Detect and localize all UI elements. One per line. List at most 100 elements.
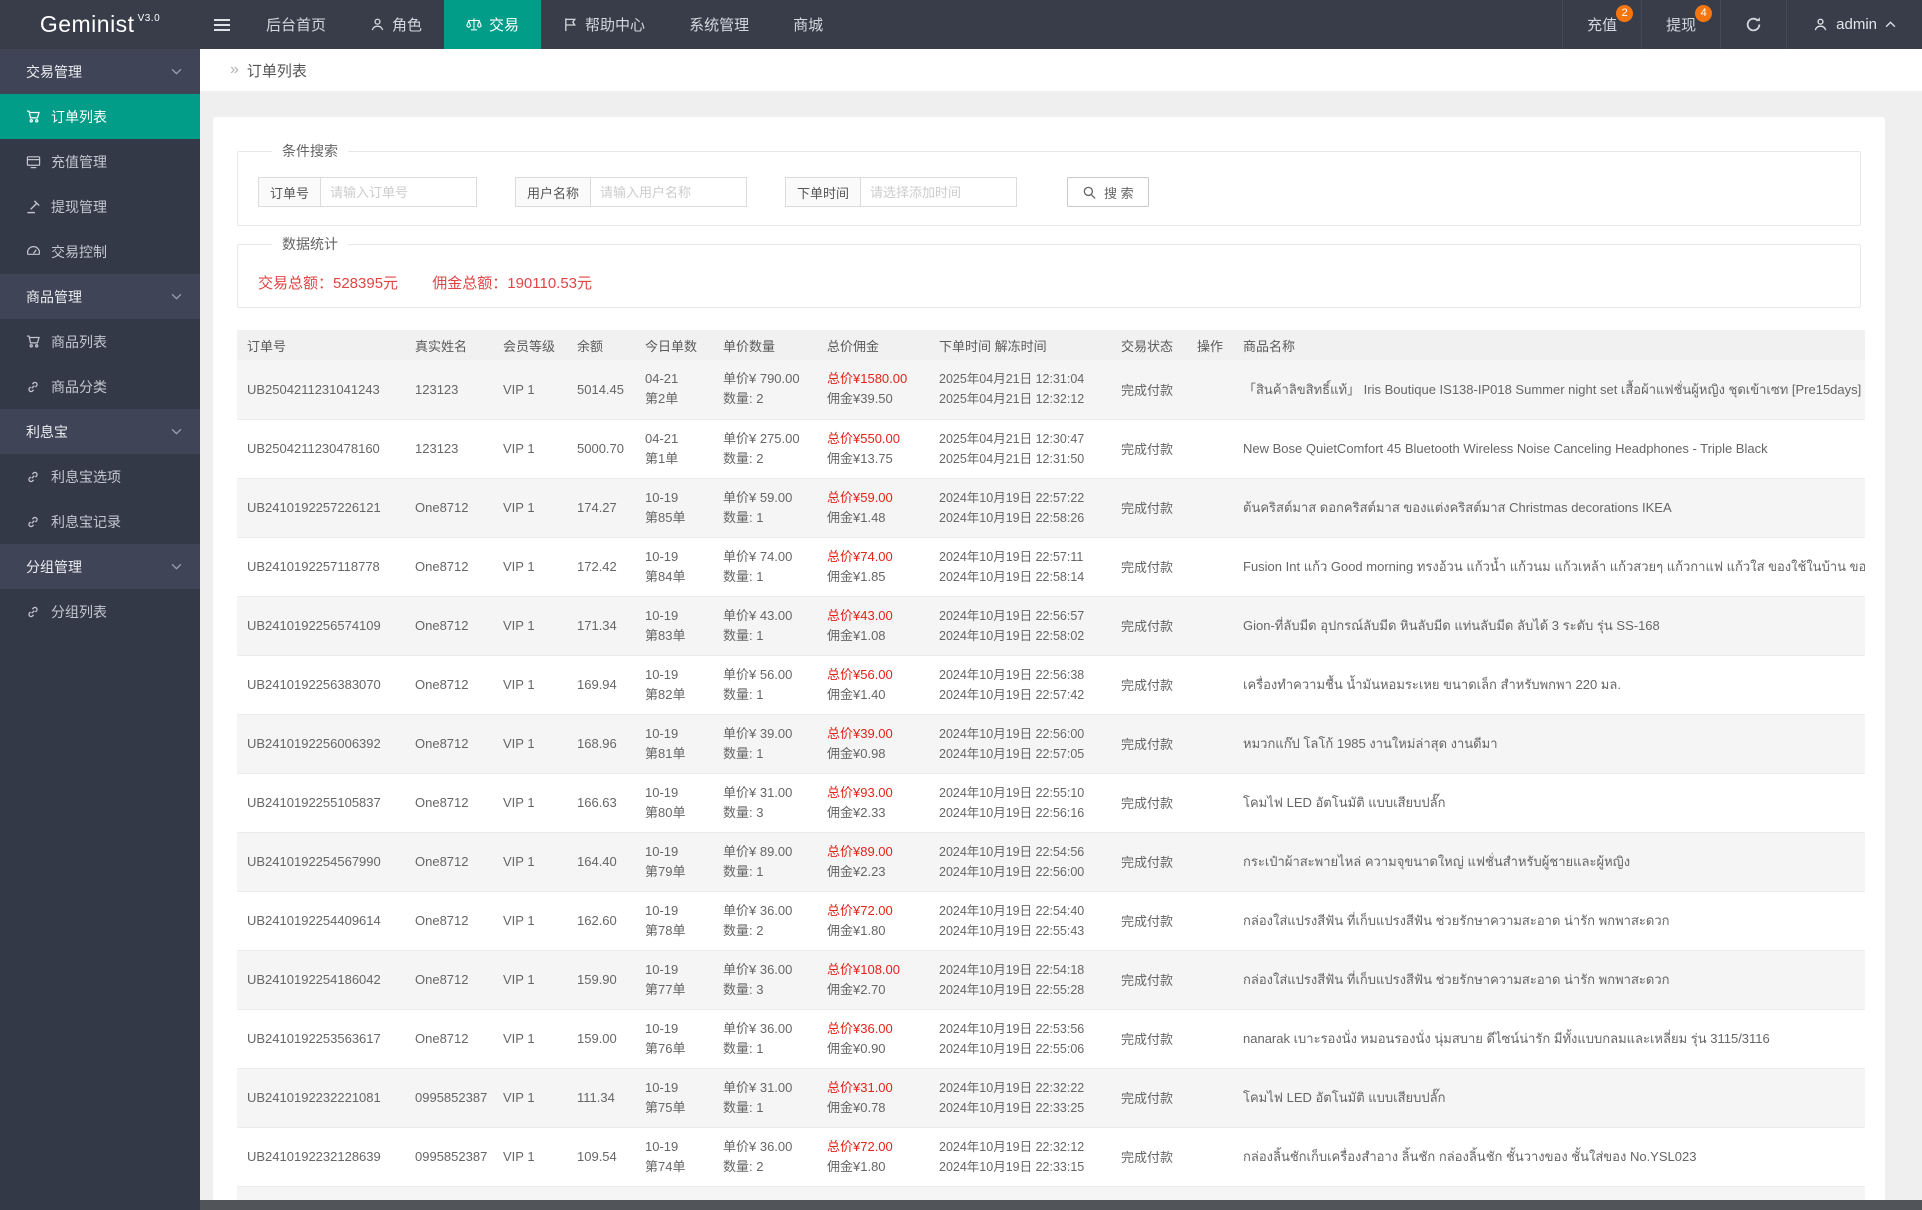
sidebar-group-header[interactable]: 利息宝 xyxy=(0,409,200,454)
cell-order-no: UB2410192232128639 xyxy=(237,1127,405,1186)
orders-table: 订单号 真实姓名 会员等级 余额 今日单数 单价数量 总价佣金 下单时间 解冻时… xyxy=(237,330,1865,1210)
cell-price-qty: 单价¥ 43.00 数量: 1 xyxy=(713,596,817,655)
cell-price-qty: 单价¥ 39.00 数量: 1 xyxy=(713,714,817,773)
table-row: UB2410192256383070 One8712 VIP 1 169.94 … xyxy=(237,655,1865,714)
cell-balance: 164.40 xyxy=(567,832,635,891)
cell-times: 2024年10月19日 22:32:12 2024年10月19日 22:33:1… xyxy=(929,1127,1111,1186)
link-icon xyxy=(25,515,41,529)
nav-item-3[interactable]: 帮助中心 xyxy=(541,0,667,49)
table-row: UB2410192254567990 One8712 VIP 1 164.40 … xyxy=(237,832,1865,891)
sidebar-item[interactable]: 分组列表 xyxy=(0,589,200,634)
recharge-button[interactable]: 充值 2 xyxy=(1562,0,1641,49)
stats-legend: 数据统计 xyxy=(272,234,348,254)
order-no-filter: 订单号 xyxy=(258,177,477,207)
cell-actions xyxy=(1187,950,1233,1009)
sidebar-group-header[interactable]: 商品管理 xyxy=(0,274,200,319)
cell-real-name: One8712 xyxy=(405,773,493,832)
sidebar-item[interactable]: 交易控制 xyxy=(0,229,200,274)
nav-item-2[interactable]: 交易 xyxy=(444,0,541,49)
cell-real-name: One8712 xyxy=(405,655,493,714)
order-time-filter: 下单时间 xyxy=(785,177,1017,207)
col-product: 商品名称 xyxy=(1233,330,1865,360)
order-no-input[interactable] xyxy=(321,177,477,207)
cell-day-count: 04-21 第2单 xyxy=(635,360,713,419)
col-actions: 操作 xyxy=(1187,330,1233,360)
cell-status: 完成付款 xyxy=(1111,1009,1187,1068)
cell-times: 2024年10月19日 22:32:22 2024年10月19日 22:33:2… xyxy=(929,1068,1111,1127)
cell-total-commission: 总价¥74.00 佣金¥1.85 xyxy=(817,537,929,596)
nav-item-0[interactable]: 后台首页 xyxy=(244,0,348,49)
cell-price-qty: 单价¥ 790.00 数量: 2 xyxy=(713,360,817,419)
col-order-no: 订单号 xyxy=(237,330,405,360)
cell-real-name: 123123 xyxy=(405,419,493,478)
sidebar-item[interactable]: 商品列表 xyxy=(0,319,200,364)
cell-times: 2024年10月19日 22:54:56 2024年10月19日 22:56:0… xyxy=(929,832,1111,891)
cell-real-name: One8712 xyxy=(405,714,493,773)
horizontal-scrollbar[interactable] xyxy=(200,1200,1922,1210)
cell-price-qty: 单价¥ 31.00 数量: 3 xyxy=(713,773,817,832)
chevron-down-icon xyxy=(171,563,182,570)
sidebar-item[interactable]: 提现管理 xyxy=(0,184,200,229)
link-icon xyxy=(25,470,41,484)
nav-item-1[interactable]: 角色 xyxy=(348,0,444,49)
hamburger-icon[interactable] xyxy=(200,0,244,49)
cell-price-qty: 单价¥ 36.00 数量: 3 xyxy=(713,950,817,1009)
link-icon xyxy=(25,605,41,619)
cell-day-count: 10-19 第74单 xyxy=(635,1127,713,1186)
stats-fieldset: 数据统计 交易总额：528395元 佣金总额：190110.53元 xyxy=(237,234,1861,308)
nav-item-5[interactable]: 商城 xyxy=(771,0,845,49)
cell-level: VIP 1 xyxy=(493,714,567,773)
sidebar-item-label: 提现管理 xyxy=(51,197,107,217)
cell-balance: 172.42 xyxy=(567,537,635,596)
user-menu[interactable]: admin xyxy=(1786,0,1922,49)
cell-order-no: UB2410192256383070 xyxy=(237,655,405,714)
cell-times: 2024年10月19日 22:54:18 2024年10月19日 22:55:2… xyxy=(929,950,1111,1009)
cell-order-no: UB2410192255105837 xyxy=(237,773,405,832)
sidebar-item[interactable]: 利息宝记录 xyxy=(0,499,200,544)
order-time-input[interactable] xyxy=(861,177,1017,207)
nav-item-label: 系统管理 xyxy=(689,14,749,35)
cell-total-commission: 总价¥59.00 佣金¥1.48 xyxy=(817,478,929,537)
sidebar-group-header[interactable]: 交易管理 xyxy=(0,49,200,94)
cell-real-name: One8712 xyxy=(405,478,493,537)
table-row: UB2504211230478160 123123 VIP 1 5000.70 … xyxy=(237,419,1865,478)
table-header-row: 订单号 真实姓名 会员等级 余额 今日单数 单价数量 总价佣金 下单时间 解冻时… xyxy=(237,330,1865,360)
cart-icon xyxy=(25,109,41,124)
username-input[interactable] xyxy=(591,177,747,207)
cell-status: 完成付款 xyxy=(1111,596,1187,655)
withdraw-button[interactable]: 提现 4 xyxy=(1641,0,1720,49)
cell-order-no: UB2410192253563617 xyxy=(237,1009,405,1068)
cell-real-name: One8712 xyxy=(405,832,493,891)
cell-status: 完成付款 xyxy=(1111,891,1187,950)
nav-item-4[interactable]: 系统管理 xyxy=(667,0,771,49)
cell-actions xyxy=(1187,832,1233,891)
cell-times: 2024年10月19日 22:56:38 2024年10月19日 22:57:4… xyxy=(929,655,1111,714)
cell-level: VIP 1 xyxy=(493,596,567,655)
card-icon xyxy=(25,154,41,169)
sidebar-item[interactable]: 利息宝选项 xyxy=(0,454,200,499)
cell-product: กล่องลิ้นชักเก็บเครื่องสำอาง ลิ้นชัก กล่… xyxy=(1233,1127,1865,1186)
nav-item-label: 交易 xyxy=(489,14,519,35)
search-button[interactable]: 搜 索 xyxy=(1067,177,1149,207)
nav-item-label: 后台首页 xyxy=(266,14,326,35)
sidebar-group-header[interactable]: 分组管理 xyxy=(0,544,200,589)
table-row: UB2410192253563617 One8712 VIP 1 159.00 … xyxy=(237,1009,1865,1068)
cell-balance: 5014.45 xyxy=(567,360,635,419)
col-level: 会员等级 xyxy=(493,330,567,360)
search-row: 订单号 用户名称 下单时间 搜 索 xyxy=(258,177,1840,207)
cell-total-commission: 总价¥31.00 佣金¥0.78 xyxy=(817,1068,929,1127)
cell-order-no: UB2410192232221081 xyxy=(237,1068,405,1127)
sidebar-item[interactable]: 充值管理 xyxy=(0,139,200,184)
cell-actions xyxy=(1187,1009,1233,1068)
cell-balance: 159.90 xyxy=(567,950,635,1009)
sidebar-item[interactable]: 订单列表 xyxy=(0,94,200,139)
sidebar-item[interactable]: 商品分类 xyxy=(0,364,200,409)
cell-product: ต้นคริสต์มาส ดอกคริสต์มาส ของแต่งคริสต์ม… xyxy=(1233,478,1865,537)
cell-product: โคมไฟ LED อัตโนมัติ แบบเสียบปลั๊ก xyxy=(1233,773,1865,832)
cell-product: Gion-ที่ลับมีด อุปกรณ์ลับมีด หินลับมีด แ… xyxy=(1233,596,1865,655)
chevron-down-icon xyxy=(171,428,182,435)
refresh-icon[interactable] xyxy=(1720,0,1786,49)
cell-status: 完成付款 xyxy=(1111,655,1187,714)
col-balance: 余额 xyxy=(567,330,635,360)
cell-product: หมวกแก๊ป โลโก้ 1985 งานใหม่ล่าสุด งานดีม… xyxy=(1233,714,1865,773)
